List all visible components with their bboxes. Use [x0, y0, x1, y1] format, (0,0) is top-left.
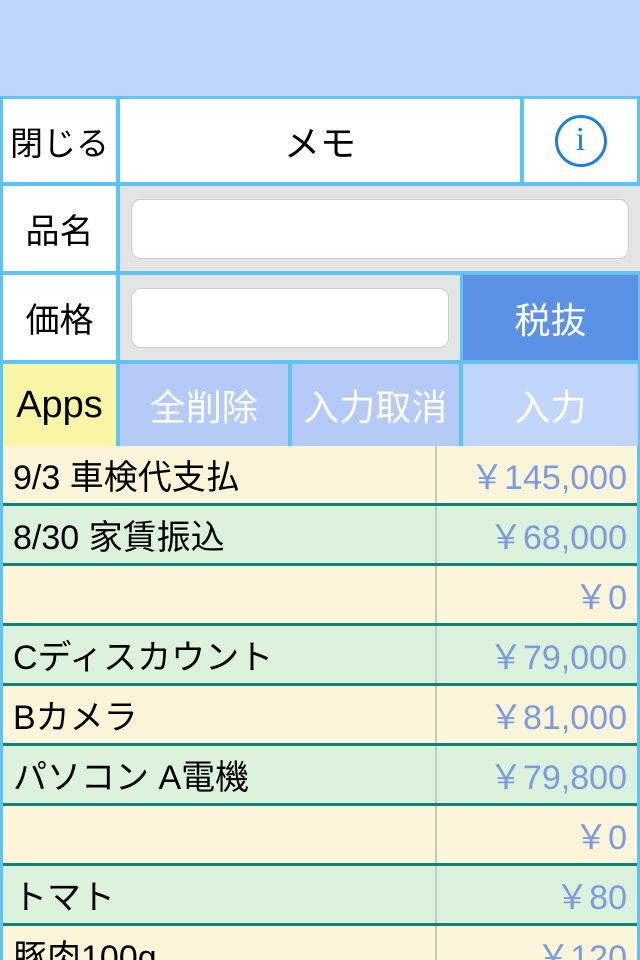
clear-all-button[interactable]: 全削除 [120, 364, 288, 446]
page-title-label: メモ [283, 122, 356, 164]
list-item[interactable]: Cディスカウント ￥79,000 [3, 626, 637, 686]
info-circle-icon: i [554, 114, 607, 167]
list-item-name: 9/3 車検代支払 [13, 459, 240, 497]
item-price-field-container [120, 275, 460, 360]
list-item[interactable]: トマト ￥80 [3, 866, 637, 926]
enter-button-label: 入力 [514, 387, 587, 428]
list-item-name: 8/30 家賃振込 [13, 519, 225, 557]
status-bar [0, 0, 640, 96]
tax-excluded-toggle[interactable]: 税抜 [463, 275, 638, 360]
list-item[interactable]: ￥0 [3, 806, 637, 866]
enter-button[interactable]: 入力 [463, 364, 638, 446]
list-item[interactable]: 豚肉100g ￥120 [3, 926, 637, 960]
list-item-price: ￥0 [574, 819, 627, 857]
info-button[interactable]: i [524, 99, 637, 182]
list-item-name: トマト [13, 879, 115, 917]
item-price-label: 価格 [3, 275, 116, 360]
apps-button-label: Apps [16, 383, 103, 426]
list-item[interactable]: ￥0 [3, 566, 637, 626]
item-name-label-text: 品名 [25, 213, 94, 251]
list-item-price: ￥68,000 [489, 519, 627, 557]
list-item[interactable]: Bカメラ ￥81,000 [3, 686, 637, 746]
memo-list[interactable]: 9/3 車検代支払 ￥145,000 8/30 家賃振込 ￥68,000 ￥0 Cディスカ… [0, 446, 640, 960]
list-item-price: ￥145,000 [470, 459, 627, 497]
close-button-label: 閉じる [10, 124, 109, 162]
list-item-price: ￥120 [536, 939, 627, 960]
list-item-name: パソコン A電機 [13, 759, 250, 797]
page-title: メモ [120, 99, 520, 182]
apps-button[interactable]: Apps [3, 364, 116, 446]
item-price-input[interactable] [131, 287, 449, 348]
list-item[interactable]: パソコン A電機 ￥79,800 [3, 746, 637, 806]
list-item-price: ￥79,000 [489, 639, 627, 677]
item-name-input[interactable] [131, 198, 629, 259]
list-item[interactable]: 8/30 家賃振込 ￥68,000 [3, 506, 637, 566]
list-item-price: ￥80 [555, 879, 627, 917]
list-item-price: ￥79,800 [489, 759, 627, 797]
list-item-price: ￥0 [574, 579, 627, 617]
list-item-price: ￥81,000 [489, 699, 627, 737]
navigation-bar: 閉じる メモ i [0, 96, 640, 182]
item-name-label: 品名 [3, 186, 116, 271]
list-item-name: Bカメラ [13, 699, 138, 737]
item-name-field-container [120, 186, 640, 271]
tax-excluded-label: 税抜 [514, 299, 587, 341]
clear-all-button-label: 全削除 [149, 387, 258, 428]
item-price-row: 価格 税抜 [0, 275, 640, 360]
action-button-row: Apps 全削除 入力取消 入力 [0, 364, 640, 446]
list-item-name: Cディスカウント [13, 639, 274, 677]
close-button[interactable]: 閉じる [3, 99, 116, 182]
cancel-input-button-label: 入力取消 [303, 387, 448, 428]
list-item-name: 豚肉100g [13, 939, 157, 960]
memo-app-screen: 閉じる メモ i 品名 価格 税抜 Apps 全削除 入力取消 入力 9/3 車… [0, 0, 640, 960]
item-name-row: 品名 [0, 186, 640, 271]
item-price-label-text: 価格 [25, 302, 94, 340]
info-icon-glyph: i [575, 120, 586, 158]
list-item[interactable]: 9/3 車検代支払 ￥145,000 [3, 446, 637, 506]
cancel-input-button[interactable]: 入力取消 [291, 364, 459, 446]
